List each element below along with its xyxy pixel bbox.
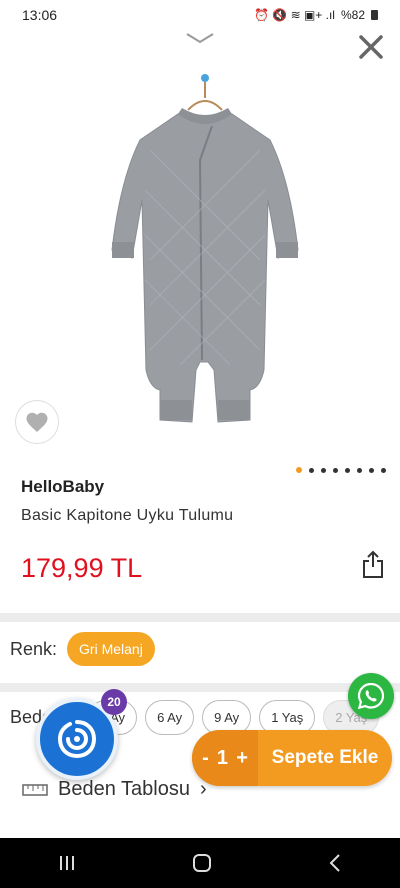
section-divider: [0, 683, 400, 692]
pager-dot[interactable]: [369, 467, 374, 473]
ruler-icon: [22, 783, 48, 796]
battery-icon: [371, 10, 378, 20]
battery-level: %82: [340, 8, 365, 22]
status-indicators: ⏰ 🔇 ≋ ▣+ .ıl %82: [254, 8, 378, 22]
recent-apps-icon[interactable]: [57, 854, 77, 872]
add-to-cart-bar: - 1 + Sepete Ekle: [192, 730, 392, 786]
pager-dot[interactable]: [345, 467, 350, 473]
product-image[interactable]: [100, 70, 310, 450]
brand-name[interactable]: HelloBaby: [21, 477, 104, 497]
quantity-decrease-button[interactable]: -: [202, 747, 209, 770]
product-title: Basic Kapitone Uyku Tulumu: [21, 507, 234, 524]
quantity-stepper: - 1 +: [192, 730, 258, 786]
app-logo-icon: [57, 720, 97, 759]
color-label: Renk:: [10, 638, 58, 659]
whatsapp-button[interactable]: [348, 673, 394, 719]
favorite-button[interactable]: [15, 400, 59, 444]
product-photo: [111, 74, 299, 423]
color-selector: Renk: Gri Melanj: [10, 632, 155, 666]
color-option-gri-melanj[interactable]: Gri Melanj: [67, 632, 155, 666]
system-navigation-bar: [0, 838, 400, 888]
add-to-cart-button[interactable]: Sepete Ekle: [258, 747, 392, 769]
size-option-6-ay[interactable]: 6 Ay: [145, 700, 195, 735]
pager-dot[interactable]: [357, 467, 362, 473]
product-price: 179,99 TL: [21, 553, 143, 583]
pager-dot[interactable]: [321, 467, 326, 473]
whatsapp-icon: [357, 682, 385, 710]
status-icons: ⏰ 🔇 ≋ ▣+ .ıl: [254, 8, 335, 22]
section-divider: [0, 613, 400, 622]
quantity-value: 1: [216, 746, 229, 769]
pager-dot[interactable]: [381, 467, 386, 473]
chevron-down-icon[interactable]: [184, 30, 216, 46]
notification-count-badge: 20: [101, 689, 127, 715]
status-bar: 13:06 ⏰ 🔇 ≋ ▣+ .ıl %82: [0, 0, 400, 30]
pager-dot[interactable]: [309, 467, 314, 473]
size-table-label: Beden Tablosu: [58, 778, 190, 800]
share-icon: [363, 550, 383, 578]
home-icon[interactable]: [191, 852, 213, 874]
image-pager[interactable]: [296, 467, 386, 473]
heart-icon: [26, 412, 48, 432]
size-table-link[interactable]: Beden Tablosu ›: [22, 778, 207, 801]
pager-dot[interactable]: [296, 467, 302, 473]
quantity-increase-button[interactable]: +: [236, 747, 248, 770]
status-time: 13:06: [22, 7, 58, 23]
close-button[interactable]: [354, 30, 388, 64]
back-icon[interactable]: [327, 853, 343, 873]
close-icon: [359, 35, 383, 59]
share-button[interactable]: [358, 546, 388, 582]
pager-dot[interactable]: [333, 467, 338, 473]
